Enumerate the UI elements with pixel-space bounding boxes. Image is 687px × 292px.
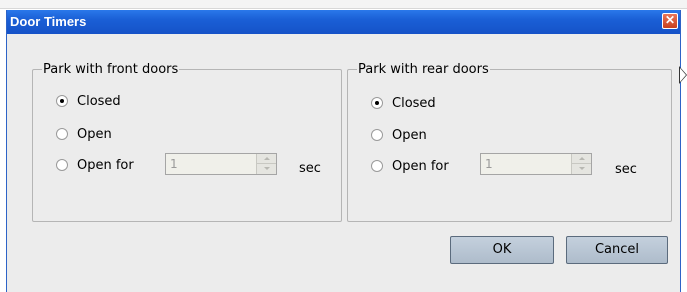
rear-open-for-radio[interactable] <box>371 160 383 172</box>
rear-spin-down-icon[interactable] <box>572 164 591 174</box>
rear-closed-radio[interactable] <box>371 97 383 109</box>
front-closed-option[interactable]: Closed <box>56 92 121 110</box>
front-closed-radio[interactable] <box>56 95 68 107</box>
rear-open-for-label: Open for <box>392 158 449 174</box>
rear-open-option[interactable]: Open <box>371 126 427 144</box>
front-unit-label: sec <box>299 161 321 176</box>
front-spin-buttons <box>256 154 276 174</box>
ok-button[interactable]: OK <box>450 236 554 264</box>
rear-open-for-option[interactable]: Open for <box>371 157 449 175</box>
close-icon[interactable]: ✕ <box>662 13 678 29</box>
front-open-radio[interactable] <box>56 128 68 140</box>
title-bar[interactable]: Door Timers ✕ <box>7 10 680 34</box>
mouse-pointer-icon <box>679 66 687 84</box>
rear-spin-buttons <box>571 154 591 174</box>
rear-open-radio[interactable] <box>371 129 383 141</box>
rear-closed-label: Closed <box>392 95 436 111</box>
rear-open-label: Open <box>392 127 427 143</box>
rear-doors-legend: Park with rear doors <box>358 62 489 77</box>
front-closed-label: Closed <box>77 93 121 109</box>
front-open-label: Open <box>77 126 112 142</box>
dialog-title: Door Timers <box>10 14 87 29</box>
front-spin-up-icon[interactable] <box>257 154 276 164</box>
front-open-duration-spinner[interactable]: 1 <box>165 153 277 175</box>
door-timers-dialog: Door Timers ✕ Park with front doors Clos… <box>6 10 681 292</box>
rear-open-duration-spinner[interactable]: 1 <box>480 153 592 175</box>
front-duration-value: 1 <box>170 157 178 171</box>
front-doors-legend: Park with front doors <box>43 62 179 77</box>
front-spin-down-icon[interactable] <box>257 164 276 174</box>
front-open-for-option[interactable]: Open for <box>56 156 134 174</box>
rear-spin-up-icon[interactable] <box>572 154 591 164</box>
front-open-for-label: Open for <box>77 157 134 173</box>
rear-duration-value: 1 <box>485 157 493 171</box>
rear-unit-label: sec <box>615 162 637 177</box>
background-window-edge <box>0 0 687 9</box>
cancel-button[interactable]: Cancel <box>566 236 668 264</box>
front-open-for-radio[interactable] <box>56 159 68 171</box>
front-open-option[interactable]: Open <box>56 125 112 143</box>
rear-closed-option[interactable]: Closed <box>371 94 436 112</box>
